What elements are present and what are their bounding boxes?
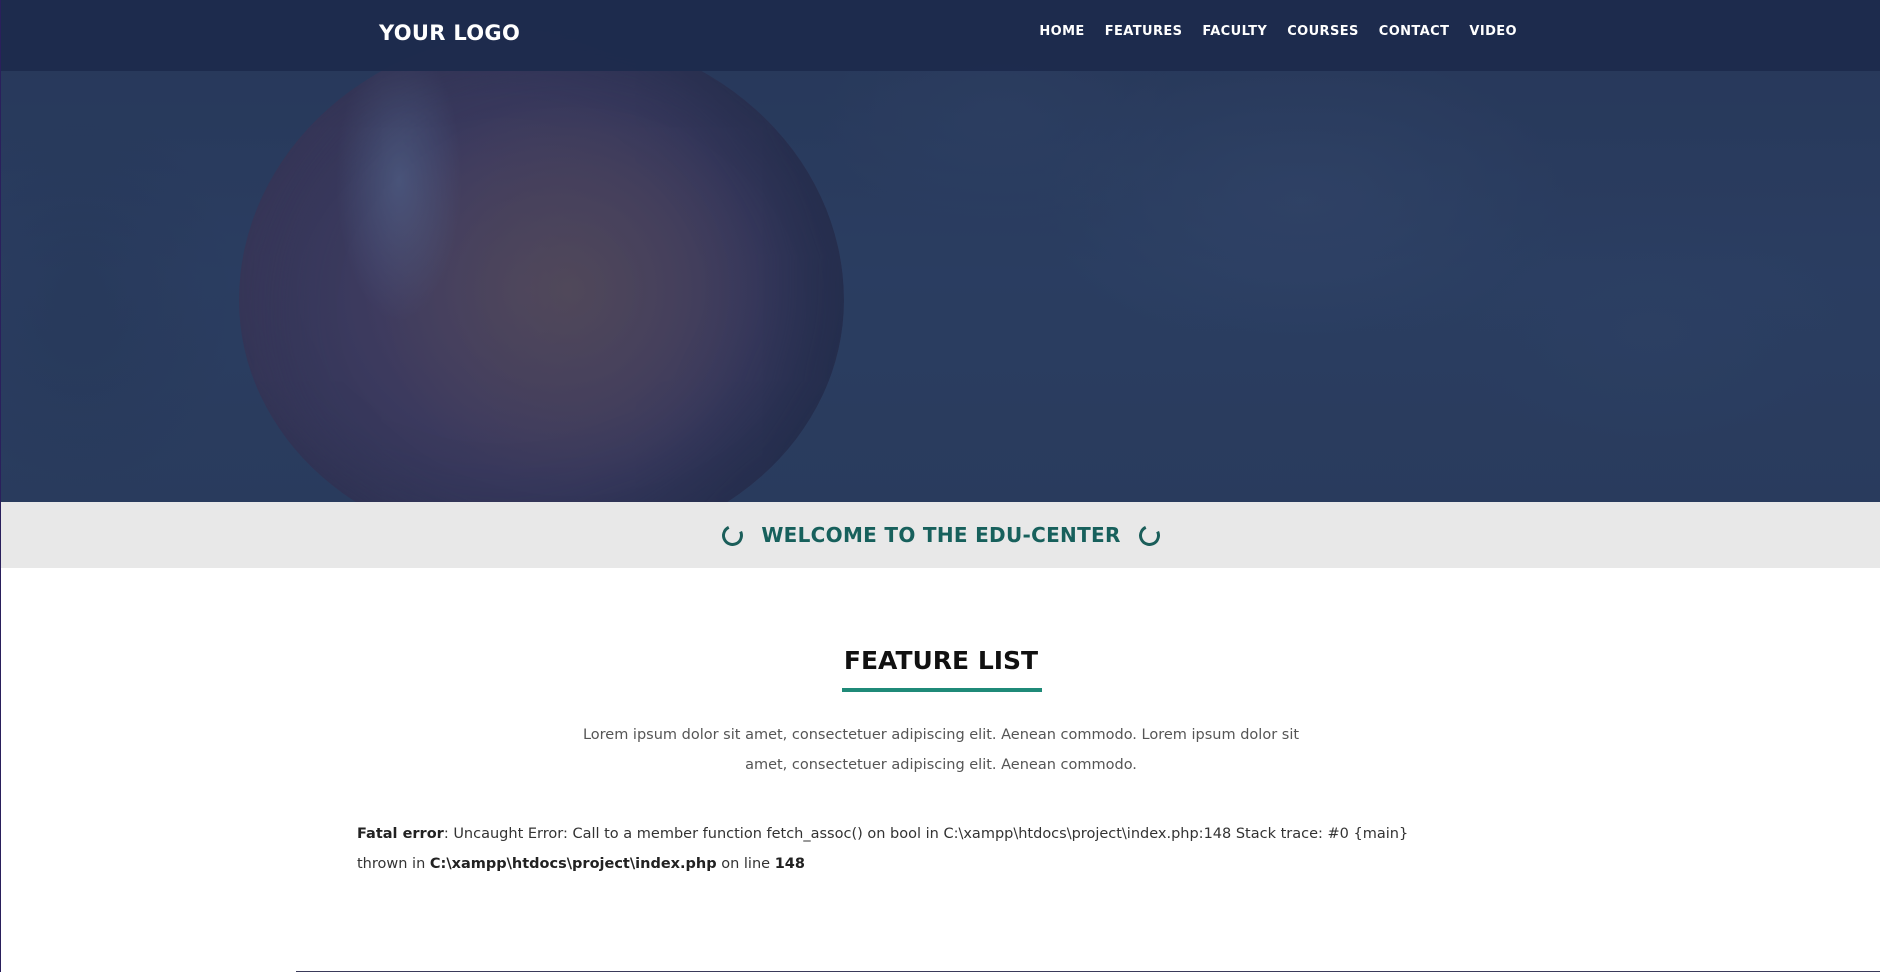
welcome-bar: WELCOME TO THE EDU-CENTER	[1, 502, 1880, 568]
nav-courses[interactable]: COURSES	[1287, 24, 1359, 39]
nav-home[interactable]: HOME	[1039, 24, 1084, 39]
error-label: Fatal error	[357, 826, 444, 842]
spinner-icon	[719, 521, 747, 549]
feature-description: Lorem ipsum dolor sit amet, consectetuer…	[582, 727, 1300, 773]
nav-video[interactable]: VIDEO	[1469, 24, 1517, 39]
nav-features[interactable]: FEATURES	[1105, 24, 1183, 39]
feature-list-title: FEATURE LIST	[843, 646, 1039, 675]
hero-overlay	[1, 0, 1880, 502]
nav-contact[interactable]: CONTACT	[1379, 24, 1450, 39]
php-error-message: Fatal error: Uncaught Error: Call to a m…	[357, 819, 1457, 879]
logo[interactable]: YOUR LOGO	[379, 21, 520, 45]
title-underline	[842, 688, 1042, 692]
error-file: C:\xampp\htdocs\project\index.php	[429, 856, 717, 872]
error-line-number: 148	[774, 856, 805, 872]
spinner-icon	[1135, 521, 1163, 549]
nav-menu: HOME FEATURES FACULTY COURSES CONTACT VI…	[1039, 24, 1517, 39]
navbar: YOUR LOGO HOME FEATURES FACULTY COURSES …	[1, 0, 1880, 71]
nav-faculty[interactable]: FACULTY	[1202, 24, 1267, 39]
error-on-line: on line	[716, 856, 775, 872]
page: YOUR LOGO HOME FEATURES FACULTY COURSES …	[0, 0, 1880, 972]
welcome-heading: WELCOME TO THE EDU-CENTER	[761, 523, 1121, 547]
hero-banner	[1, 0, 1880, 502]
